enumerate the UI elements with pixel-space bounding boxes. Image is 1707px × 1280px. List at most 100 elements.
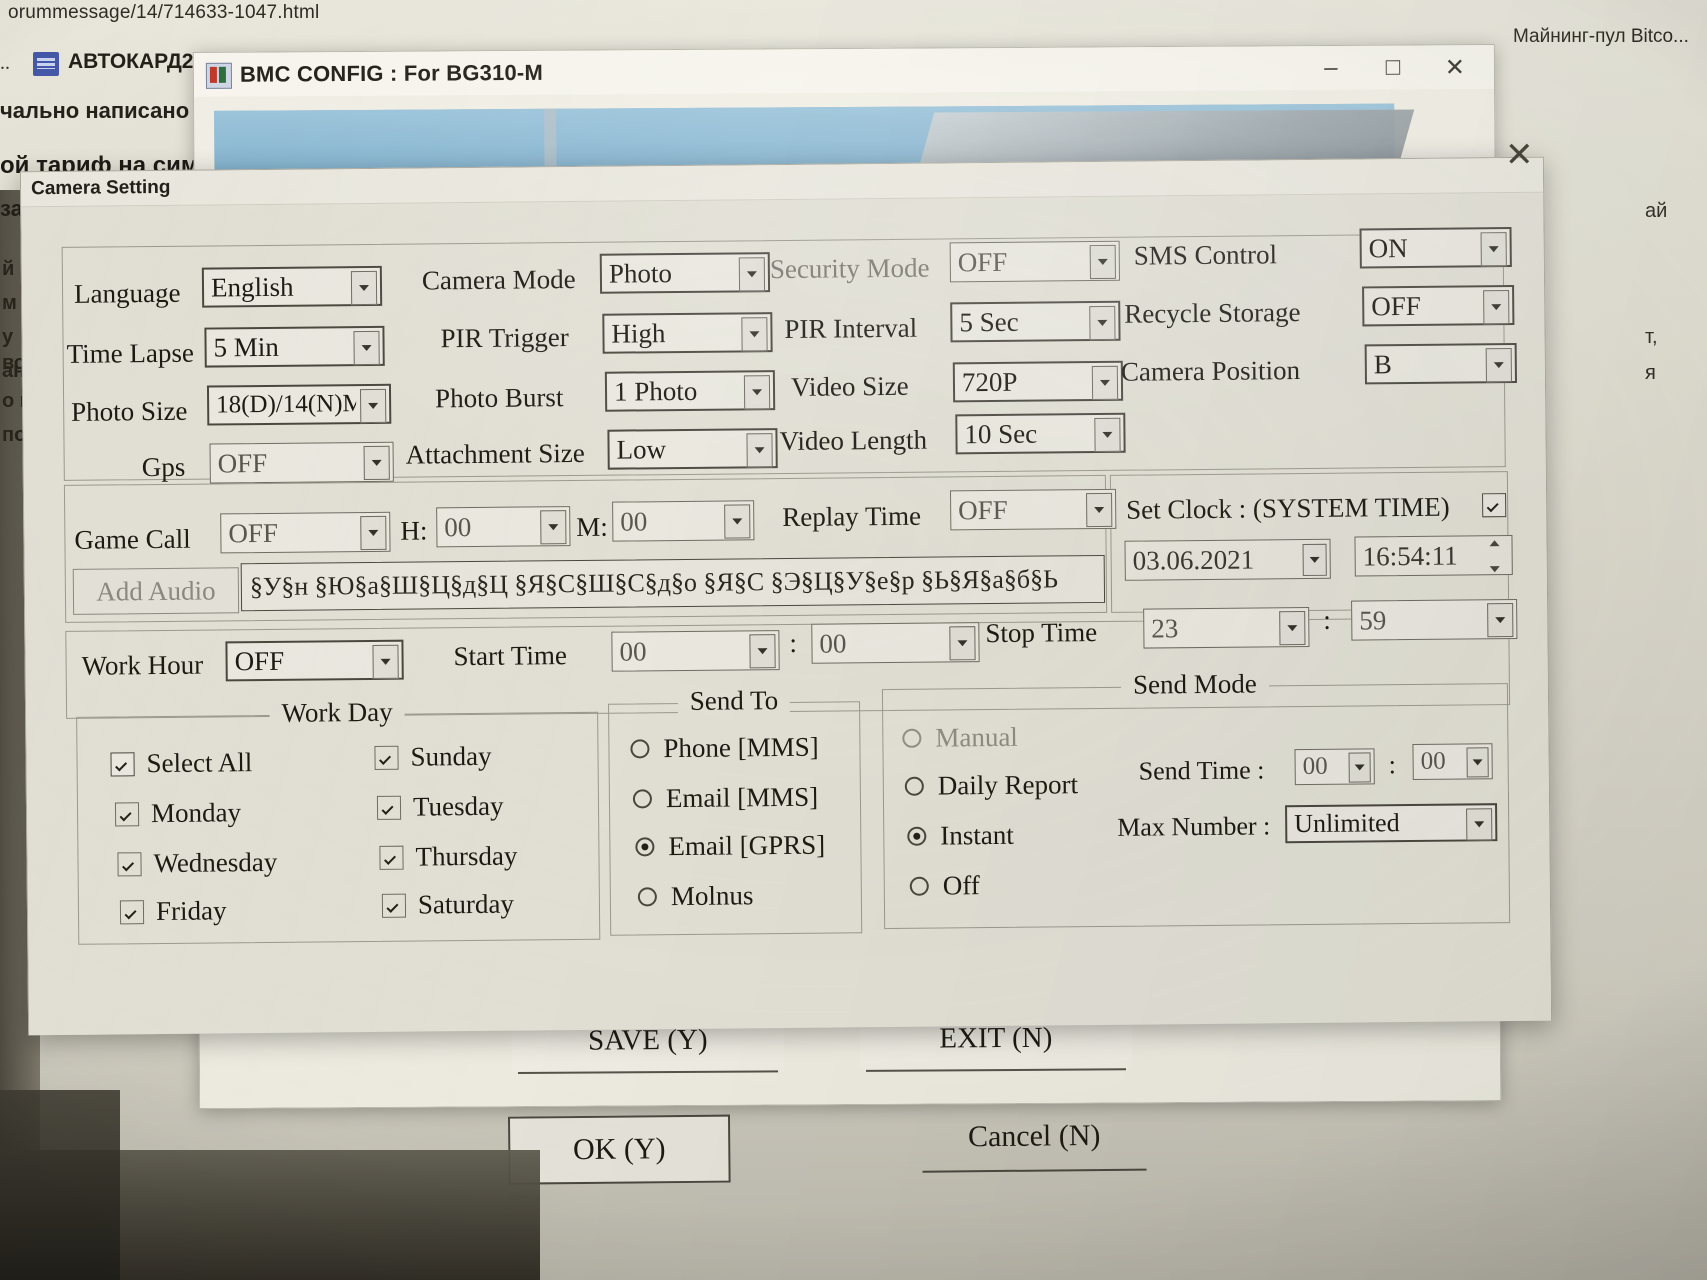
checkbox-wednesday[interactable]: Wednesday — [117, 847, 277, 880]
chevron-down-icon[interactable] — [1091, 365, 1119, 401]
chevron-down-icon[interactable] — [363, 445, 390, 481]
attachment-size-select[interactable]: Low — [607, 428, 778, 470]
radio-icon — [909, 876, 929, 896]
camera-mode-select[interactable]: Photo — [599, 252, 771, 294]
spinner-arrows-icon[interactable] — [1489, 540, 1507, 573]
bookmark-overflow[interactable]: .. — [0, 52, 10, 75]
camera-position-select[interactable]: B — [1364, 342, 1517, 385]
max-number-value: Unlimited — [1294, 808, 1400, 839]
outer-close-icon[interactable]: ✕ — [1505, 135, 1534, 175]
chevron-down-icon[interactable] — [1089, 244, 1116, 280]
stop-time-hour-select[interactable]: 23 — [1143, 606, 1310, 649]
game-call-label: Game Call — [74, 523, 191, 555]
checkbox-thursday[interactable]: Thursday — [379, 841, 518, 873]
checkbox-sunday[interactable]: Sunday — [374, 741, 492, 773]
chevron-down-icon[interactable] — [743, 375, 771, 410]
chevron-down-icon[interactable] — [1302, 543, 1327, 577]
chevron-down-icon[interactable] — [738, 257, 766, 292]
game-call-minute-select[interactable]: 00 — [612, 500, 755, 542]
page-text-right1: т, — [1645, 326, 1658, 348]
chevron-down-icon[interactable] — [360, 515, 387, 551]
video-length-select[interactable]: 10 Sec — [955, 412, 1126, 455]
checkbox-friday[interactable]: Friday — [119, 895, 227, 927]
chevron-down-icon[interactable] — [1487, 603, 1514, 638]
chevron-down-icon[interactable] — [949, 626, 976, 661]
chevron-down-icon[interactable] — [741, 317, 768, 352]
add-audio-button[interactable]: Add Audio — [72, 567, 240, 615]
chevron-down-icon[interactable] — [1089, 305, 1116, 341]
send-time-minute-select[interactable]: 00 — [1412, 743, 1493, 780]
recycle-storage-label: Recycle Storage — [1124, 297, 1301, 329]
set-clock-checkbox[interactable] — [1482, 493, 1507, 518]
set-clock-date-field[interactable]: 03.06.2021 — [1124, 538, 1331, 581]
chevron-down-icon[interactable] — [372, 644, 399, 679]
chevron-down-icon[interactable] — [353, 330, 380, 366]
chevron-down-icon[interactable] — [359, 388, 387, 424]
chevron-down-icon[interactable] — [1483, 290, 1510, 325]
pir-interval-select[interactable]: 5 Sec — [950, 300, 1121, 343]
close-icon[interactable]: ✕ — [1424, 45, 1486, 89]
maximize-icon[interactable]: □ — [1362, 45, 1424, 89]
bookmark-avtokard24[interactable]: АВТОКАРД24 — [68, 50, 205, 74]
radio-molnus[interactable]: Molnus — [637, 880, 754, 912]
radio-email-gprs[interactable]: Email [GPRS] — [635, 830, 825, 863]
chevron-down-icon[interactable] — [1480, 232, 1507, 267]
set-clock-time-field[interactable]: 16:54:11 — [1354, 535, 1513, 577]
checkbox-saturday[interactable]: Saturday — [381, 889, 514, 921]
chevron-down-icon[interactable] — [749, 634, 776, 669]
radio-daily-report[interactable]: Daily Report — [904, 769, 1079, 802]
language-select[interactable]: English — [201, 265, 383, 308]
gps-select[interactable]: OFF — [209, 441, 394, 484]
radio-instant[interactable]: Instant — [907, 820, 1014, 852]
checkbox-icon — [376, 795, 402, 820]
start-time-minute-select[interactable]: 00 — [811, 622, 980, 664]
chevron-down-icon[interactable] — [1348, 752, 1371, 783]
ok-button[interactable]: OK (Y) — [507, 1114, 731, 1185]
chevron-down-icon[interactable] — [1466, 747, 1489, 778]
language-value: English — [210, 271, 294, 303]
video-size-select[interactable]: 720P — [952, 360, 1124, 403]
game-call-hour-select[interactable]: 00 — [436, 506, 571, 548]
radio-icon — [632, 789, 653, 809]
chevron-down-icon[interactable] — [746, 433, 773, 468]
time-lapse-select[interactable]: 5 Min — [204, 325, 385, 368]
chevron-down-icon[interactable] — [1086, 492, 1113, 528]
checkbox-select-all[interactable]: Select All — [110, 747, 252, 779]
start-time-hour-select[interactable]: 00 — [611, 630, 780, 672]
stop-time-minute-select[interactable]: 59 — [1351, 598, 1518, 641]
checkbox-icon — [1482, 493, 1507, 518]
checkbox-tuesday[interactable]: Tuesday — [376, 791, 504, 823]
photo-size-select[interactable]: 18(D)/14(N)M — [206, 383, 392, 426]
max-number-select[interactable]: Unlimited — [1285, 803, 1498, 844]
chevron-down-icon[interactable] — [1094, 417, 1121, 453]
game-call-select[interactable]: OFF — [220, 511, 391, 554]
sms-control-select[interactable]: ON — [1359, 227, 1512, 269]
photo-burst-select[interactable]: 1 Photo — [604, 370, 776, 412]
radio-off[interactable]: Off — [909, 870, 980, 902]
send-to-group-title: Send To — [677, 684, 791, 718]
chevron-down-icon[interactable] — [724, 504, 751, 539]
cancel-button[interactable]: Cancel (N) — [922, 1105, 1147, 1173]
pir-trigger-select[interactable]: High — [602, 312, 773, 354]
camera-mode-label: Camera Mode — [421, 264, 576, 296]
bookmark-mining-pool[interactable]: Майнинг-пул Bitco... — [1513, 26, 1689, 48]
send-time-hour-select[interactable]: 00 — [1294, 748, 1375, 786]
radio-label: Email [MMS] — [665, 781, 819, 814]
radio-manual[interactable]: Manual — [902, 722, 1018, 754]
minimize-icon[interactable]: – — [1300, 46, 1362, 90]
chevron-down-icon[interactable] — [350, 270, 378, 306]
replay-time-select[interactable]: OFF — [949, 488, 1117, 531]
time-lapse-value: 5 Min — [213, 331, 279, 362]
work-hour-select[interactable]: OFF — [225, 639, 404, 682]
checkbox-monday[interactable]: Monday — [114, 797, 241, 829]
add-audio-text-field[interactable]: §У§н §Ю§а§Ш§Ц§д§Ц §Я§С§Ш§С§д§о §Я§С §Э§Ц… — [240, 554, 1106, 612]
recycle-storage-select[interactable]: OFF — [1362, 284, 1515, 327]
chevron-down-icon[interactable] — [1485, 348, 1512, 383]
chevron-down-icon[interactable] — [1466, 808, 1493, 841]
security-mode-select[interactable]: OFF — [949, 240, 1120, 283]
chevron-down-icon[interactable] — [540, 510, 567, 545]
radio-phone-mms[interactable]: Phone [MMS] — [630, 732, 819, 765]
work-hour-label: Work Hour — [81, 649, 204, 681]
radio-email-mms[interactable]: Email [MMS] — [632, 781, 819, 815]
chevron-down-icon[interactable] — [1279, 611, 1306, 646]
